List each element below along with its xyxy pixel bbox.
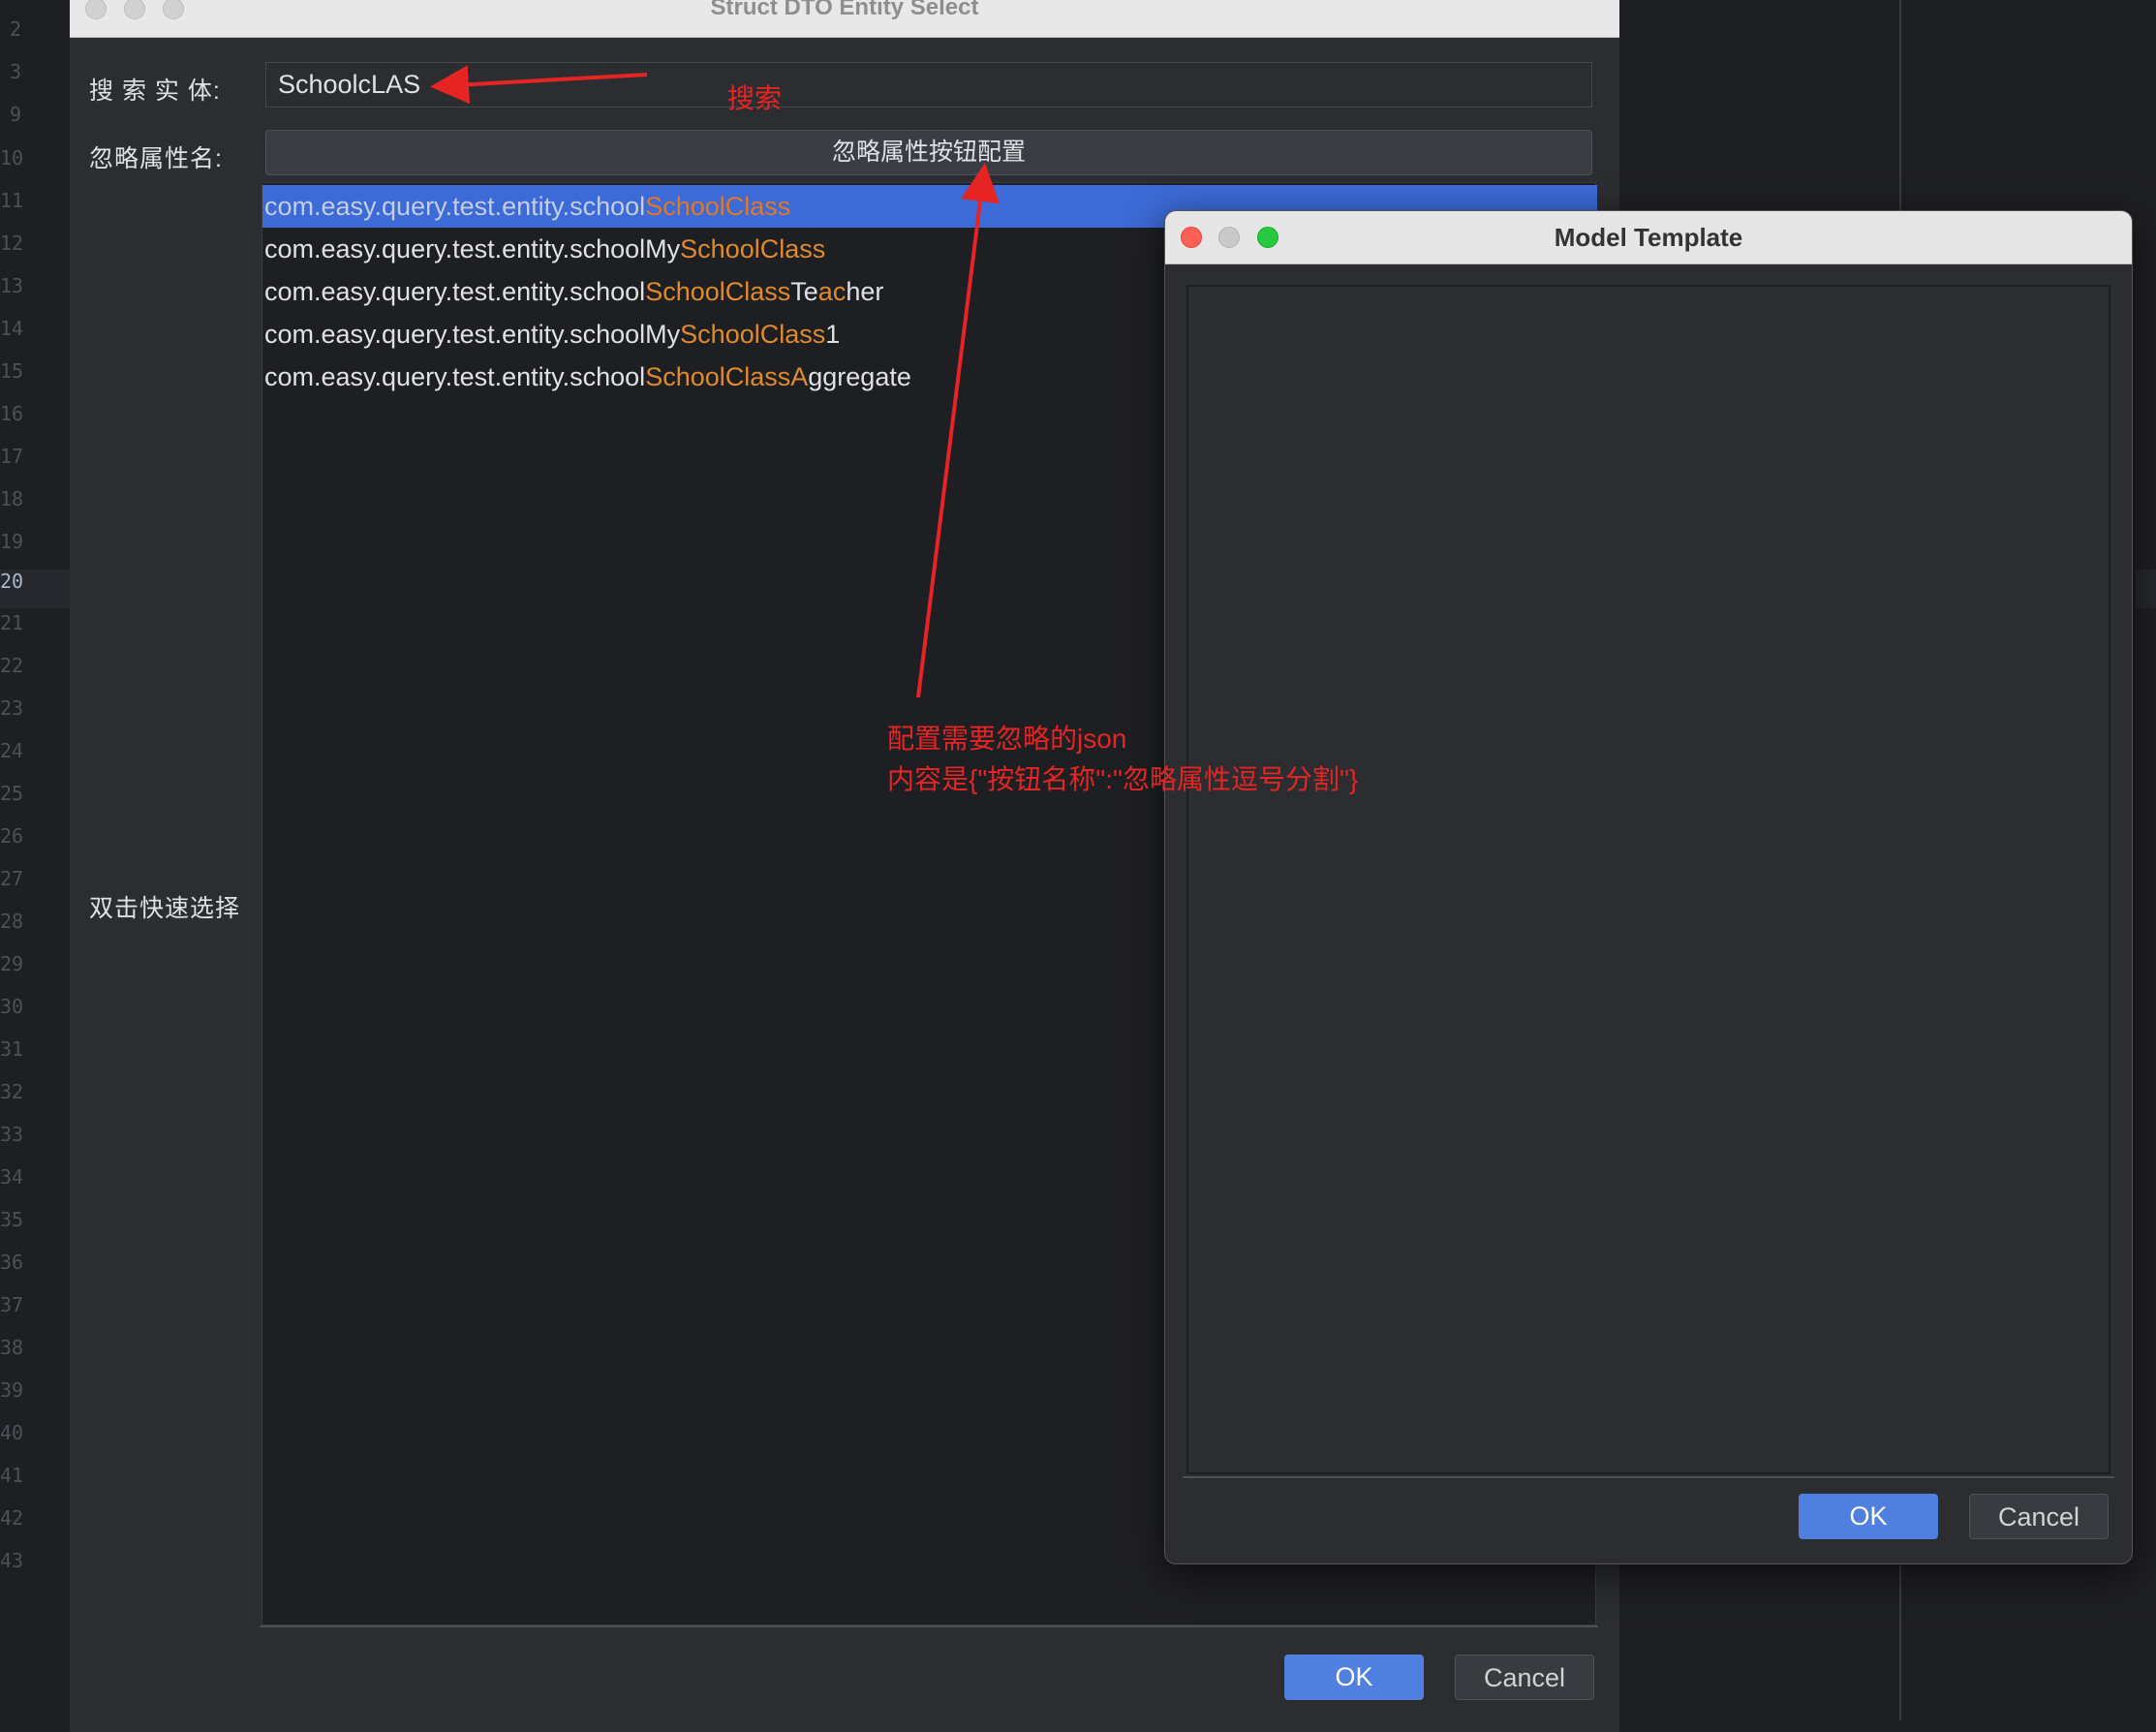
ignore-property-config-button[interactable]: 忽略属性按钮配置	[265, 130, 1592, 175]
line-number: 24	[0, 739, 24, 762]
line-number: 42	[0, 1506, 24, 1530]
line-number: 12	[0, 232, 24, 255]
line-number: 39	[0, 1378, 24, 1402]
line-number: 30	[0, 995, 24, 1018]
template-dialog-title: Model Template	[1554, 223, 1743, 252]
template-text-area[interactable]	[1186, 285, 2110, 1474]
line-number: 34	[0, 1165, 24, 1189]
main-dialog-title: Struct DTO Entity Select	[710, 0, 979, 20]
line-number: 23	[0, 696, 24, 720]
line-number: 13	[0, 274, 24, 297]
line-number: 18	[0, 487, 24, 510]
line-number: 29	[0, 952, 24, 975]
line-number: 22	[0, 654, 24, 677]
line-number: 41	[0, 1464, 24, 1487]
search-entity-label: 搜 索 实 体:	[89, 77, 221, 105]
line-number: 16	[0, 402, 24, 425]
main-titlebar: Struct DTO Entity Select	[70, 0, 1619, 38]
config-annotation-line2: 内容是{"按钮名称":"忽略属性逗号分割"}	[887, 764, 1359, 794]
line-number: 35	[0, 1208, 24, 1231]
line-number: 27	[0, 867, 24, 890]
line-number: 26	[0, 824, 24, 848]
search-annotation: 搜索	[727, 83, 783, 113]
line-number: 38	[0, 1336, 24, 1359]
config-annotation-line1: 配置需要忽略的json	[887, 724, 1127, 754]
line-number: 31	[0, 1037, 24, 1061]
template-cancel-button[interactable]: Cancel	[1969, 1494, 2109, 1539]
line-number: 25	[0, 782, 24, 805]
template-separator	[1183, 1476, 2114, 1478]
line-number: 10	[0, 146, 24, 170]
line-number: 43	[0, 1549, 24, 1572]
template-titlebar: Model Template	[1165, 211, 2132, 264]
list-bottom-separator	[260, 1625, 1598, 1627]
line-number: 20	[0, 570, 24, 593]
line-number: 40	[0, 1421, 24, 1444]
line-number: 19	[0, 530, 24, 553]
line-number: 14	[0, 317, 24, 340]
line-number: 37	[0, 1293, 24, 1316]
line-number: 11	[0, 189, 24, 212]
line-number: 9	[9, 103, 21, 126]
search-entity-input[interactable]: SchoolcLAS	[265, 62, 1592, 108]
line-number: 36	[0, 1251, 24, 1274]
line-number: 32	[0, 1080, 24, 1103]
cancel-button[interactable]: Cancel	[1455, 1655, 1594, 1700]
line-number: 17	[0, 445, 24, 468]
line-number: 3	[9, 60, 21, 83]
double-click-select-label: 双击快速选择	[89, 895, 241, 922]
line-number: 2	[9, 17, 21, 41]
line-number: 21	[0, 611, 24, 634]
editor-gutter: 2 3 9 10 11 12 13 14 15 16 17 18 19 20 21 22 23 24 25 26 27 2…	[0, 0, 70, 1720]
template-ok-button[interactable]: OK	[1799, 1494, 1938, 1539]
ok-button[interactable]: OK	[1284, 1655, 1424, 1700]
model-template-dialog: Model Template OK Cancel	[1164, 210, 2133, 1564]
editor-current-line-marker	[2136, 570, 2156, 608]
line-number: 33	[0, 1123, 24, 1146]
ignore-property-label: 忽略属性名:	[89, 145, 223, 172]
line-number: 15	[0, 359, 24, 383]
line-number: 28	[0, 910, 24, 933]
